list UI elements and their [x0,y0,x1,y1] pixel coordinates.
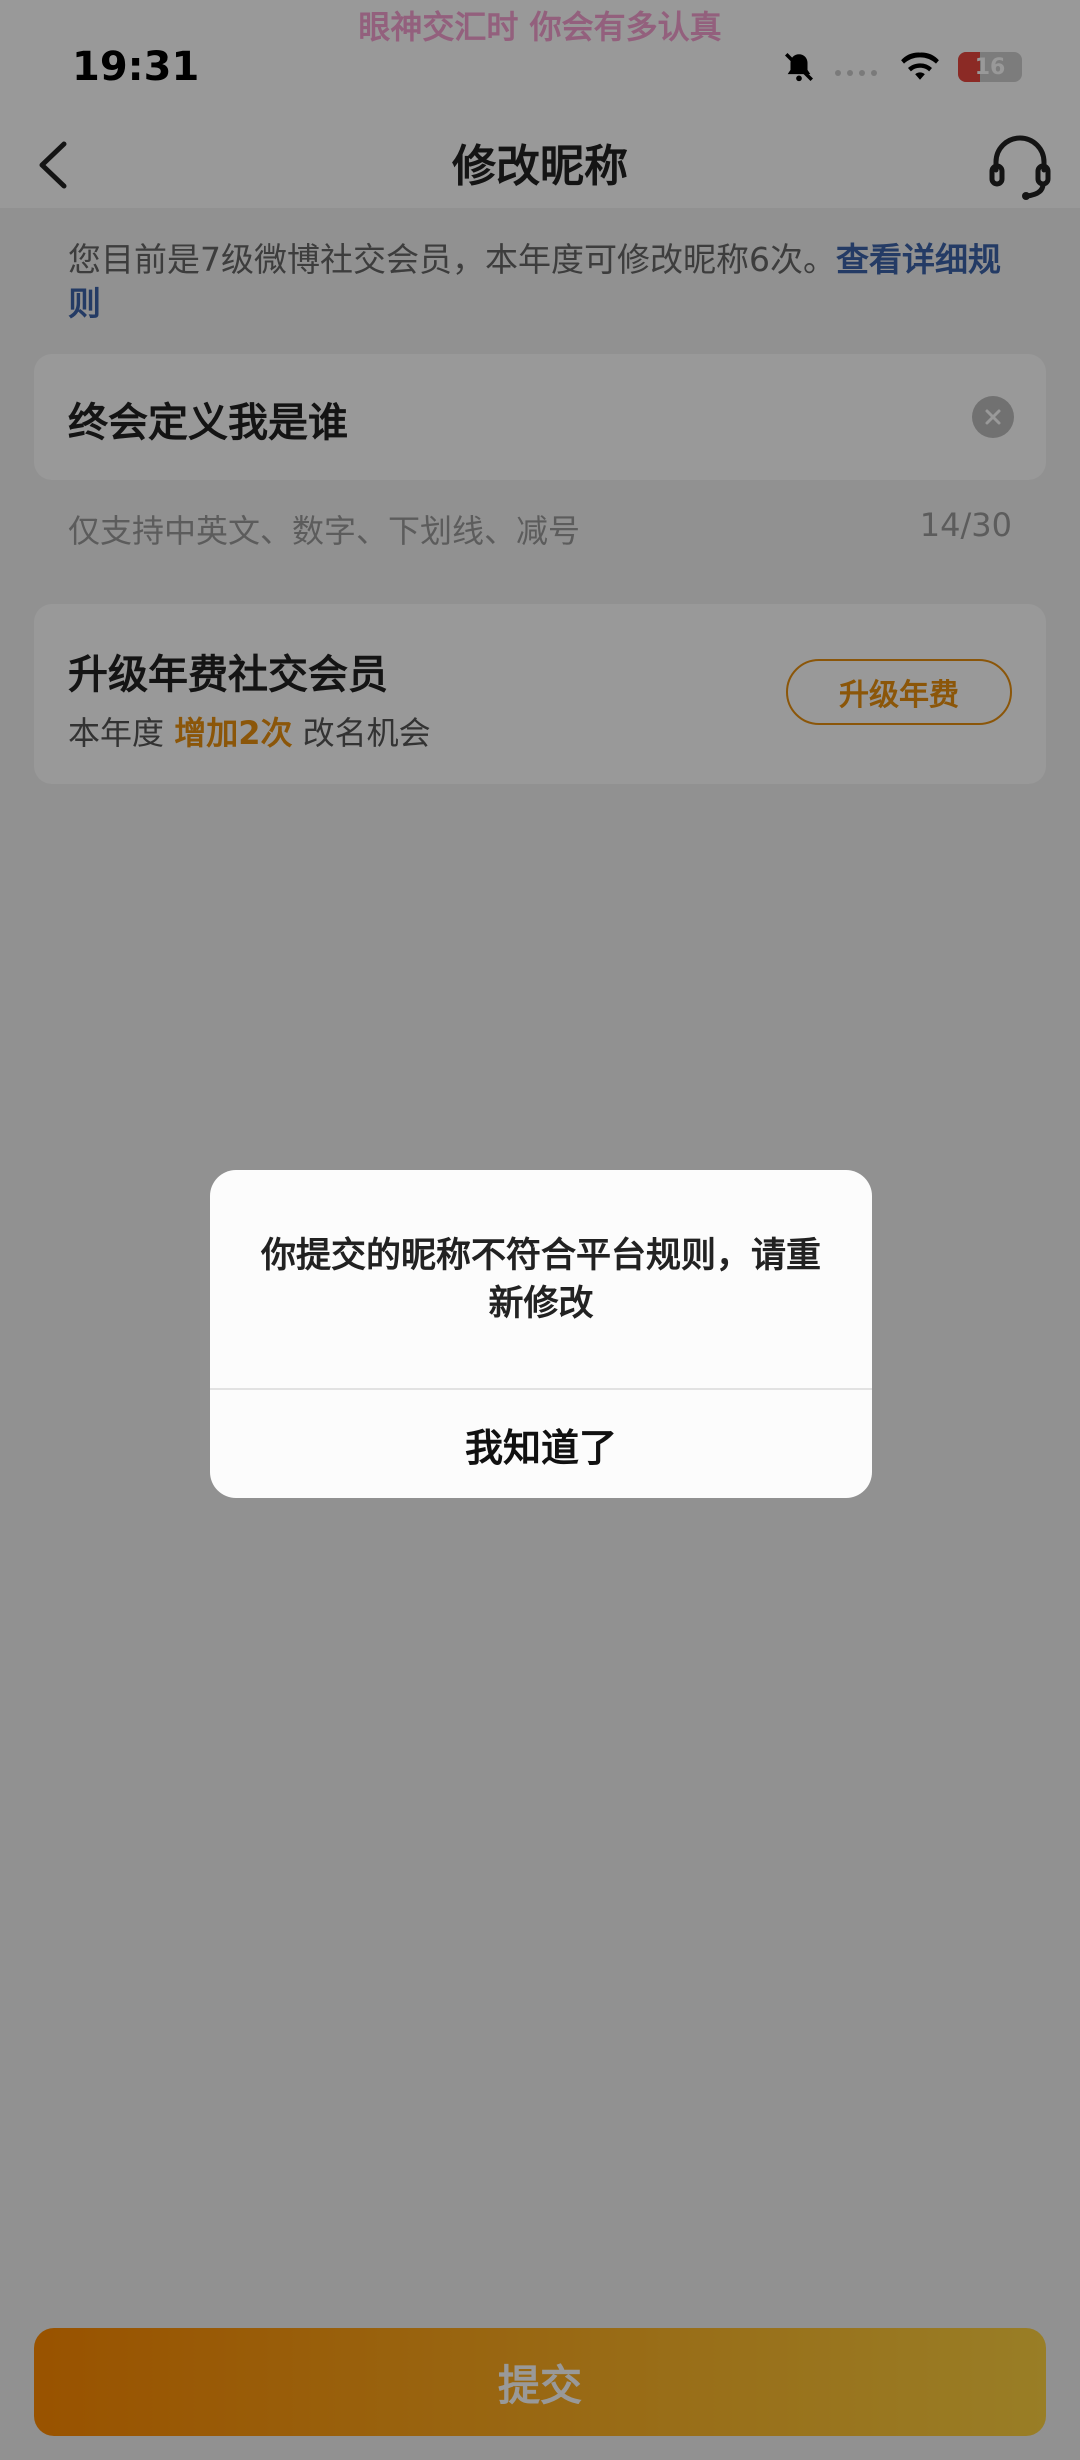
dialog-confirm-button[interactable]: 我知道了 [210,1390,872,1498]
dialog-message: 你提交的昵称不符合平台规则，请重新修改 [260,1236,821,1324]
alert-dialog: 你提交的昵称不符合平台规则，请重新修改 我知道了 [210,1170,872,1498]
